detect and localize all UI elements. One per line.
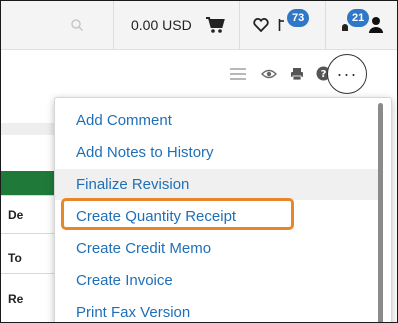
cart-icon[interactable] <box>204 14 226 36</box>
divider <box>239 1 240 50</box>
eye-icon[interactable] <box>261 67 277 81</box>
top-bar: 0.00 USD 73 21 <box>1 1 397 50</box>
print-icon[interactable] <box>289 66 305 82</box>
divider <box>1 233 61 234</box>
divider <box>1 195 61 196</box>
app-window: 0.00 USD 73 21 ? ··· De To Re Add Commen… <box>0 0 398 323</box>
divider <box>113 1 114 50</box>
user-icon[interactable] <box>367 14 385 36</box>
menu-item-add-comment[interactable]: Add Comment <box>55 105 381 136</box>
notification-count-badge: 21 <box>347 9 370 27</box>
search-icon[interactable] <box>67 15 87 35</box>
divider <box>1 273 61 274</box>
flag-icon[interactable] <box>277 15 287 35</box>
menu-item-add-notes-to-history[interactable]: Add Notes to History <box>55 137 381 168</box>
menu-item-create-credit-memo[interactable]: Create Credit Memo <box>55 233 381 264</box>
menu-item-print-fax-version[interactable]: Print Fax Version <box>55 297 381 322</box>
list-view-icon[interactable] <box>229 67 247 81</box>
menu-item-create-invoice[interactable]: Create Invoice <box>55 265 381 296</box>
message-count-badge: 73 <box>287 9 310 27</box>
divider <box>325 1 326 50</box>
menu-item-finalize-revision[interactable]: Finalize Revision <box>55 169 381 200</box>
background-row-label: To <box>8 251 22 265</box>
background-row-label: De <box>8 208 24 222</box>
menu-item-create-quantity-receipt[interactable]: Create Quantity Receipt <box>55 201 381 232</box>
background-row-label: Re <box>8 292 24 306</box>
section-header-bar <box>1 171 61 195</box>
bell-icon[interactable] <box>341 23 349 33</box>
currency-balance[interactable]: 0.00 USD <box>131 15 192 35</box>
menu-scrollbar[interactable] <box>378 103 383 322</box>
background-field <box>1 123 61 135</box>
more-actions-menu: Add Comment Add Notes to History Finaliz… <box>54 97 392 322</box>
heart-icon[interactable] <box>251 15 271 35</box>
svg-text:?: ? <box>321 69 327 80</box>
more-actions-button[interactable]: ··· <box>327 54 367 94</box>
